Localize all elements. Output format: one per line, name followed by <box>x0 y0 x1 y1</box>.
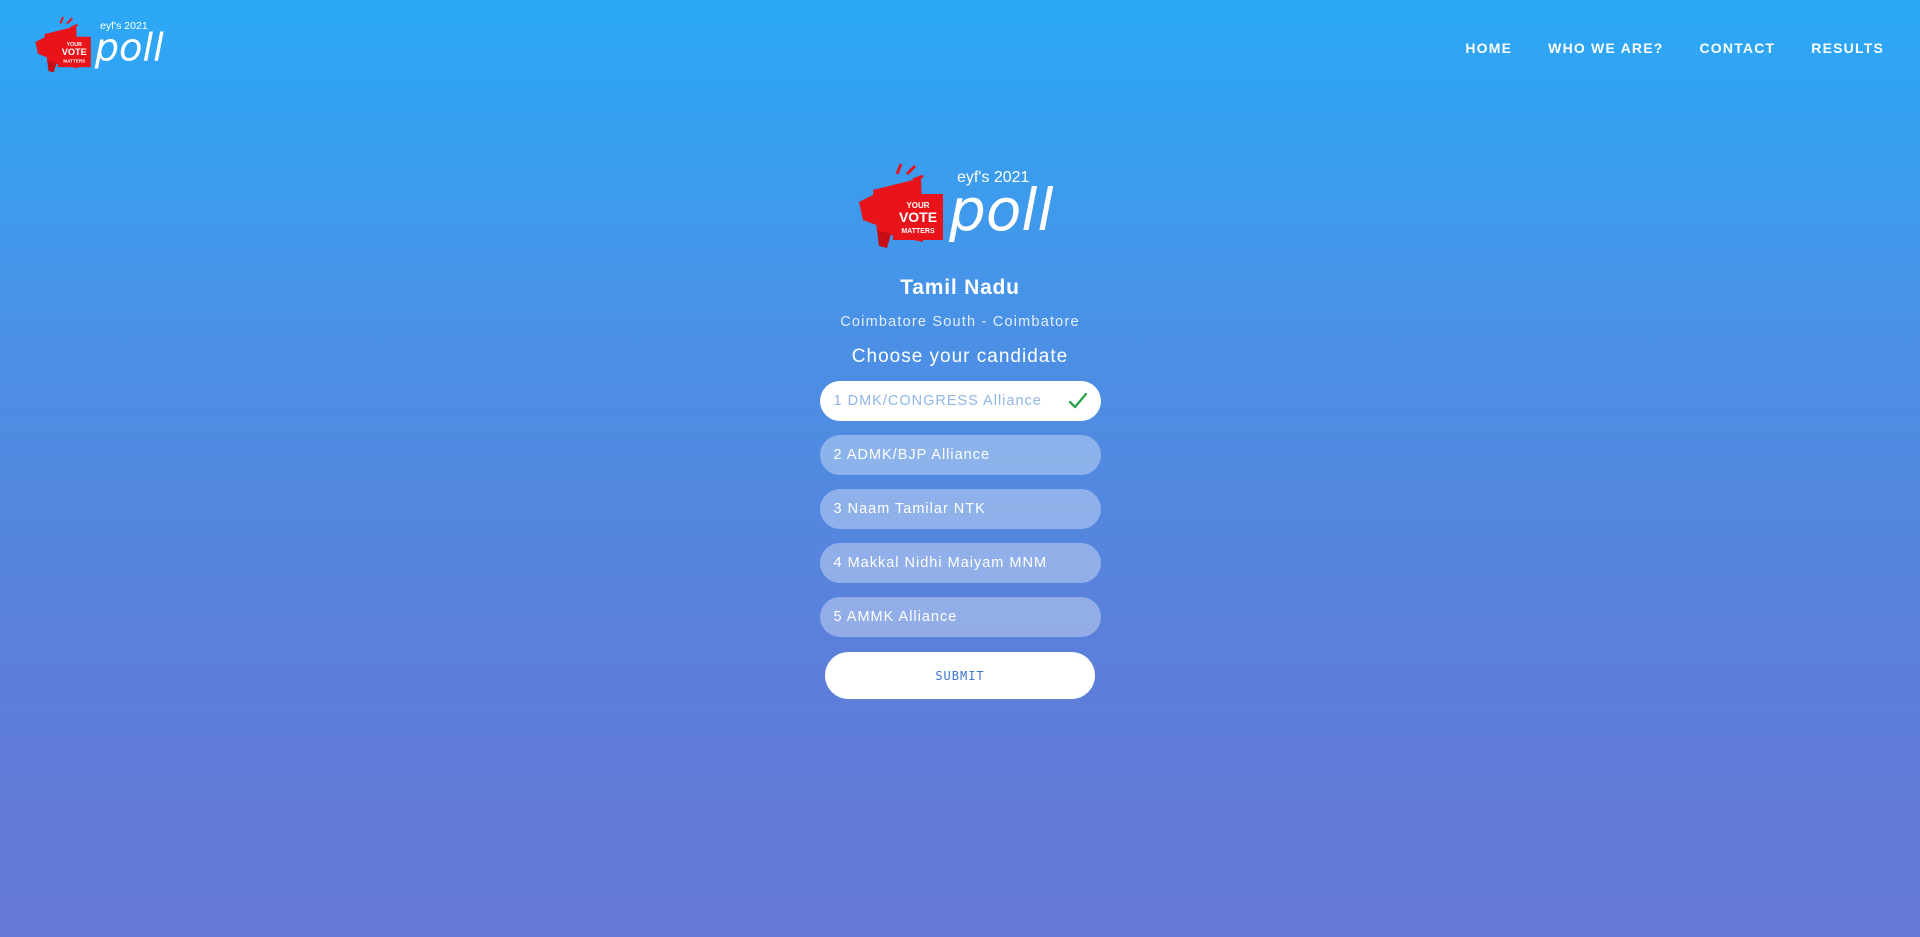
site-header: YOUR VOTE MATTERS eyf's 2021 poll HOME W… <box>0 0 1920 96</box>
candidate-option-3[interactable]: 3 Naam Tamilar NTK <box>819 489 1101 529</box>
poll-panel: YOUR VOTE MATTERS eyf's 2021 poll Tamil … <box>0 160 1920 699</box>
candidate-option-2[interactable]: 2 ADMK/BJP Alliance <box>819 435 1101 475</box>
submit-button[interactable]: SUBMIT <box>825 652 1095 699</box>
candidate-option-4[interactable]: 4 Makkal Nidhi Maiyam MNM <box>819 543 1101 583</box>
candidate-option-5[interactable]: 5 AMMK Alliance <box>819 597 1101 637</box>
nav-home[interactable]: HOME <box>1465 38 1512 58</box>
candidate-option-label: 5 AMMK Alliance <box>833 609 958 625</box>
constituency-subtitle: Coimbatore South - Coimbatore <box>840 314 1080 330</box>
candidate-option-label: 4 Makkal Nidhi Maiyam MNM <box>833 555 1048 571</box>
poll-logo: YOUR VOTE MATTERS eyf's 2021 poll <box>859 163 1054 248</box>
choose-prompt: Choose your candidate <box>851 346 1069 367</box>
megaphone-icon: YOUR VOTE MATTERS <box>859 163 943 248</box>
check-icon <box>1068 393 1087 409</box>
nav-who-we-are[interactable]: WHO WE ARE? <box>1548 38 1663 58</box>
candidate-option-1[interactable]: 1 DMK/CONGRESS Alliance <box>819 381 1101 421</box>
svg-text:VOTE: VOTE <box>62 47 87 57</box>
logo-word: poll <box>948 176 1054 244</box>
candidate-options: 1 DMK/CONGRESS Alliance 2 ADMK/BJP Allia… <box>819 381 1101 637</box>
svg-text:MATTERS: MATTERS <box>901 228 935 235</box>
candidate-option-label: 3 Naam Tamilar NTK <box>833 501 986 517</box>
candidate-option-label: 2 ADMK/BJP Alliance <box>833 447 991 463</box>
site-logo[interactable]: YOUR VOTE MATTERS eyf's 2021 poll <box>34 14 170 74</box>
logo-word: poll <box>94 26 164 71</box>
megaphone-icon: YOUR VOTE MATTERS <box>35 16 91 73</box>
nav-results[interactable]: RESULTS <box>1811 38 1884 58</box>
candidate-option-label: 1 DMK/CONGRESS Alliance <box>833 393 1042 409</box>
main-nav: HOME WHO WE ARE? CONTACT RESULTS <box>1465 38 1884 58</box>
svg-text:MATTERS: MATTERS <box>63 58 85 63</box>
state-title: Tamil Nadu <box>900 276 1020 299</box>
svg-text:VOTE: VOTE <box>899 209 937 225</box>
nav-contact[interactable]: CONTACT <box>1700 38 1776 58</box>
